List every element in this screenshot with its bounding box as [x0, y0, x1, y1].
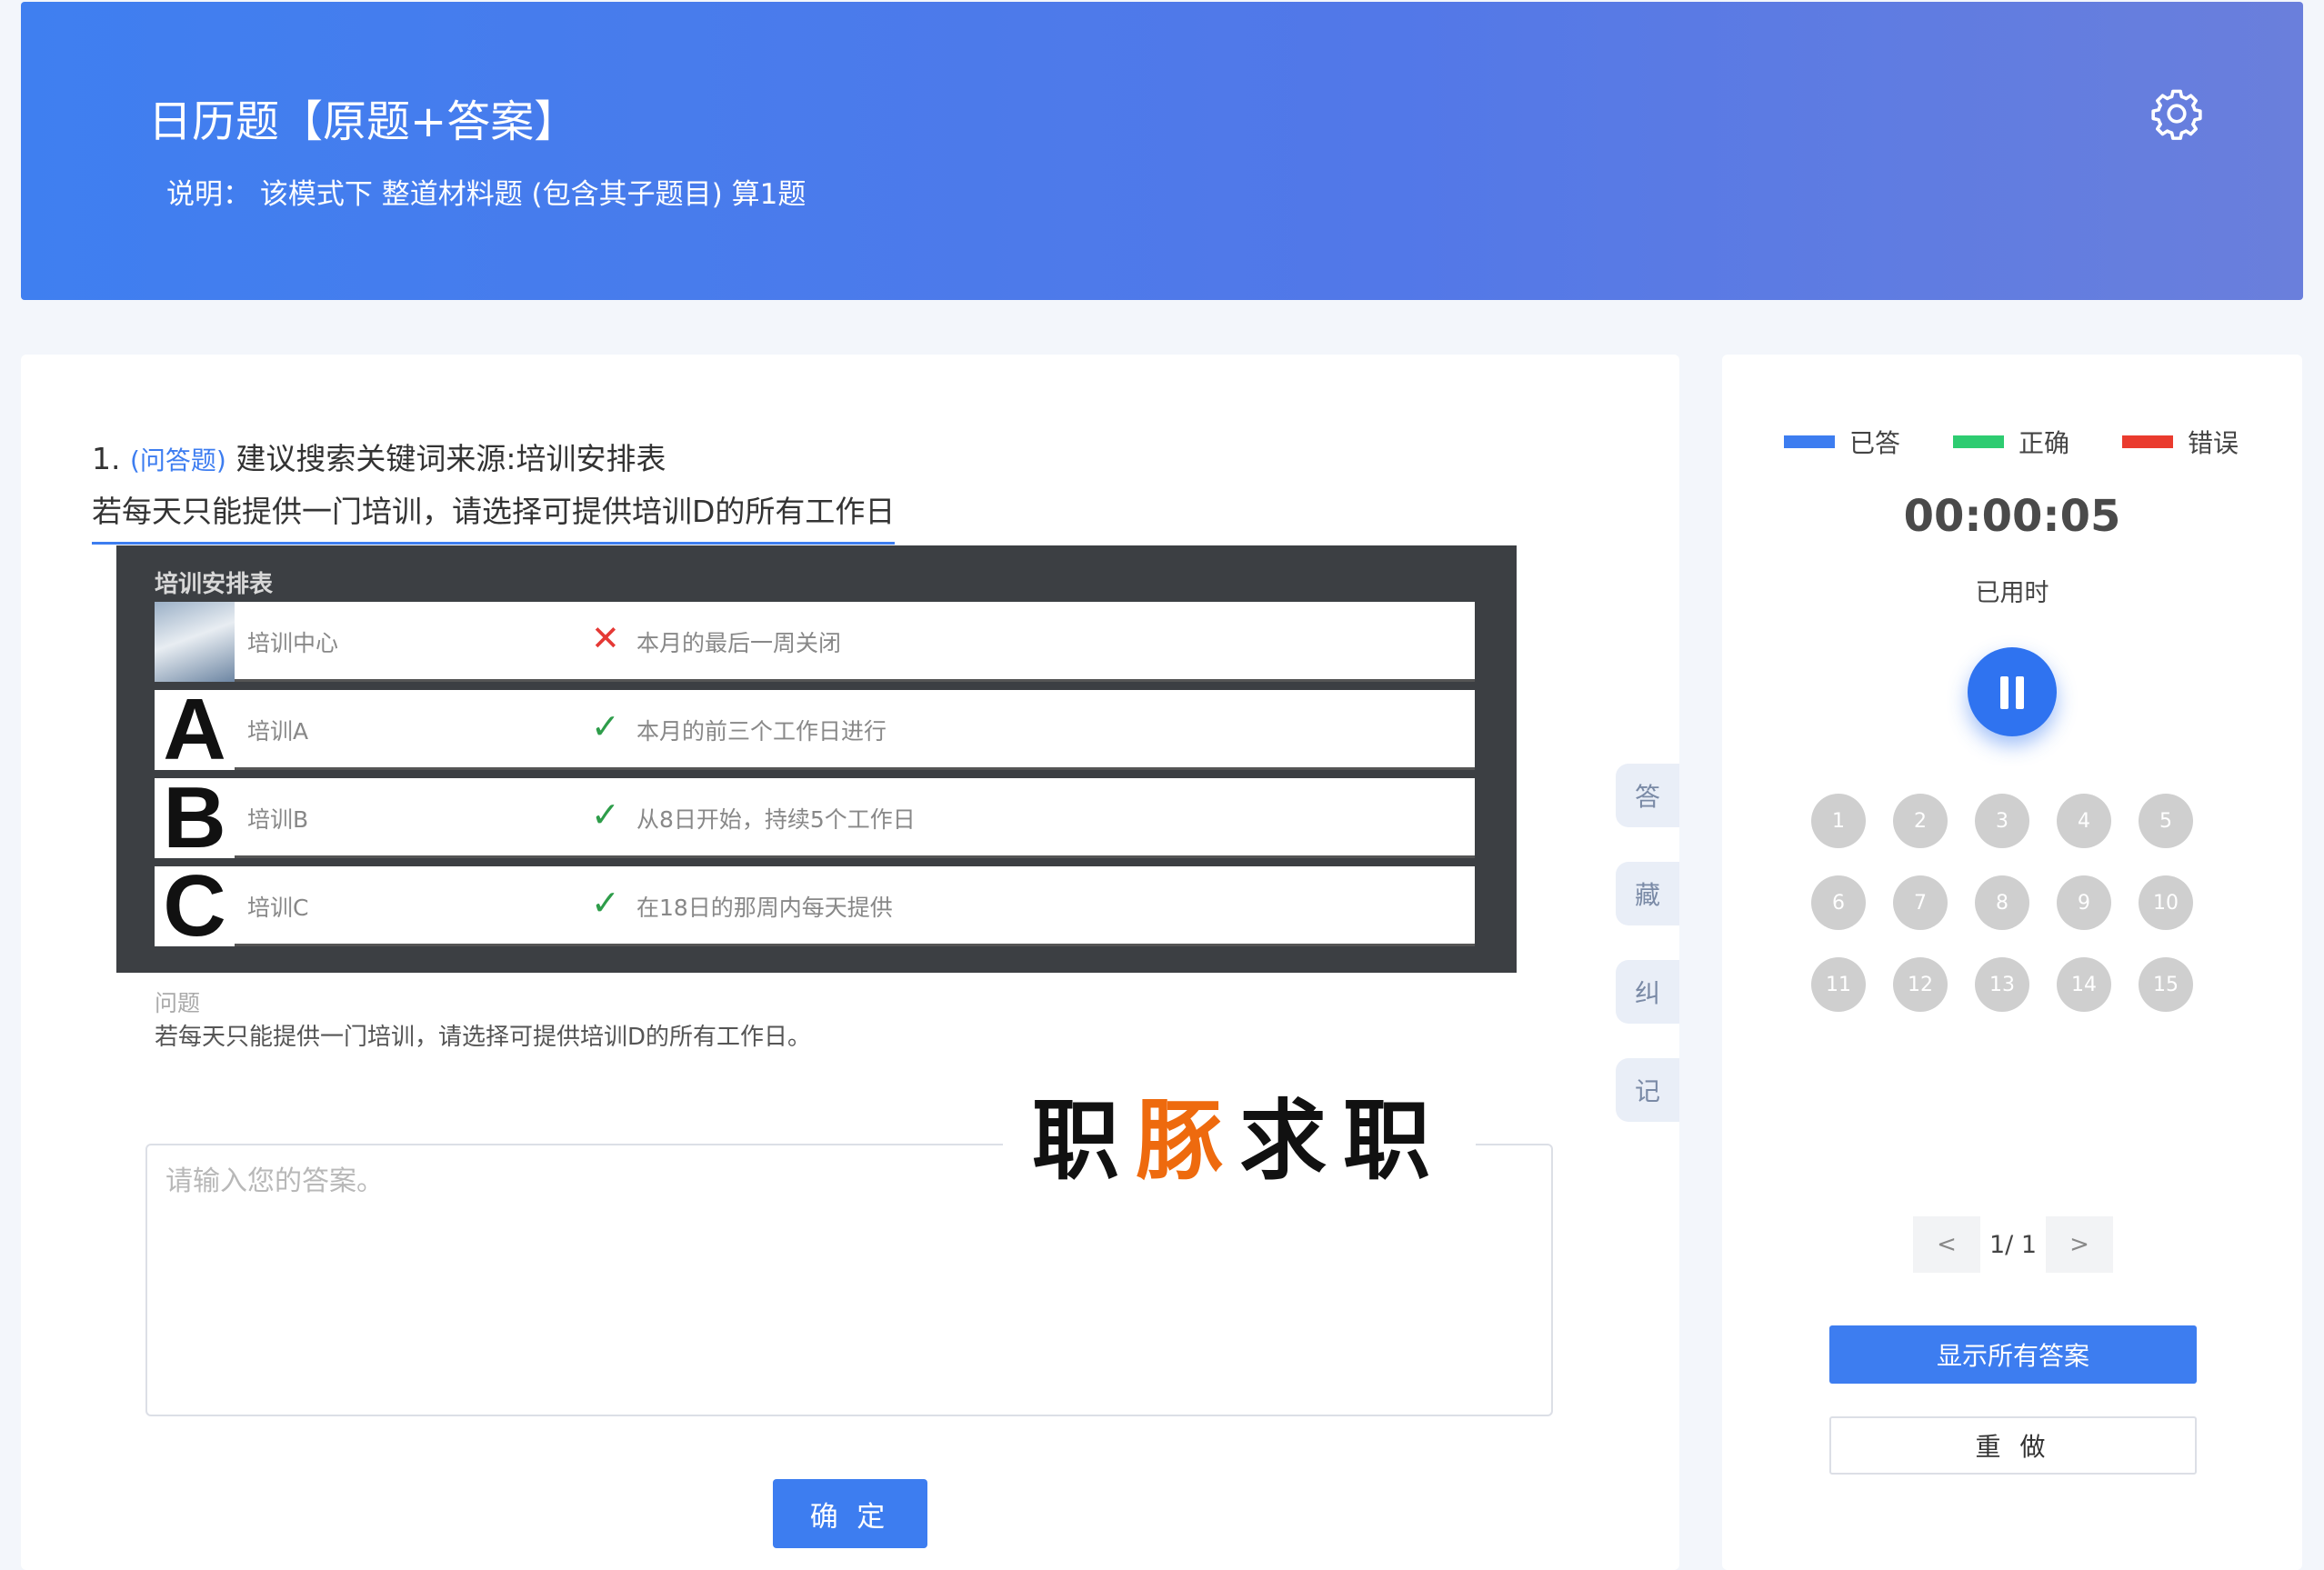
reference-row: 培训中心 ✕ 本月的最后一周关闭	[155, 602, 1475, 682]
reference-row-letter: B	[155, 775, 235, 862]
question-number-14[interactable]: 14	[2057, 957, 2111, 1012]
pause-bar	[2000, 676, 2008, 709]
reference-row-name: 培训C	[247, 895, 309, 921]
legend-label: 已答	[1849, 428, 1901, 458]
watermark-logo: 职豚求职	[1003, 1082, 1476, 1200]
legend-swatch	[2122, 435, 2173, 448]
training-center-thumbnail	[155, 602, 235, 682]
question-number-5[interactable]: 5	[2139, 794, 2193, 848]
check-icon: ✓	[591, 795, 620, 835]
reference-row: A 培训A ✓ 本月的前三个工作日进行	[155, 686, 1475, 774]
question-source: 建议搜索关键词来源:培训安排表	[235, 441, 666, 476]
reference-question-label: 问题	[155, 990, 201, 1016]
reference-row: C 培训C ✓ 在18日的那周内每天提供	[155, 863, 1475, 950]
pause-bar	[2016, 676, 2024, 709]
reference-row-name: 培训A	[247, 718, 309, 745]
reference-row-letter: A	[155, 686, 235, 774]
answer-sheet-panel: 已答 正确 错误 00:00:05 已用时 1 2 3 4 5 6 7 8 9 …	[1722, 355, 2302, 1570]
question-type: (问答题)	[130, 445, 226, 475]
pagination: < 1/ 1 >	[1913, 1216, 2113, 1273]
redo-button[interactable]: 重 做	[1829, 1416, 2197, 1475]
question-number: 1.	[92, 441, 121, 476]
question-number-4[interactable]: 4	[2057, 794, 2111, 848]
question-heading: 1. (问答题) 建议搜索关键词来源:培训安排表	[92, 435, 666, 478]
pause-icon[interactable]	[1968, 647, 2057, 736]
reference-row-desc: 本月的前三个工作日进行	[636, 718, 887, 745]
question-number-8[interactable]: 8	[1975, 875, 2029, 930]
reference-row-desc: 本月的最后一周关闭	[636, 630, 842, 656]
timer-label: 已用时	[1975, 579, 2049, 607]
tab-favorite[interactable]: 藏	[1616, 862, 1679, 925]
legend-correct: 正确	[1953, 424, 2069, 460]
page-title: 日历题【原题+答案】	[148, 96, 578, 147]
question-number-3[interactable]: 3	[1975, 794, 2029, 848]
question-number-6[interactable]: 6	[1811, 875, 1866, 930]
reference-row-desc: 从8日开始，持续5个工作日	[636, 806, 916, 833]
show-all-answers-button[interactable]: 显示所有答案	[1829, 1325, 2197, 1384]
gear-icon[interactable]	[2149, 85, 2205, 142]
cross-icon: ✕	[591, 618, 620, 658]
legend-answered: 已答	[1784, 424, 1900, 460]
reference-row: B 培训B ✓ 从8日开始，持续5个工作日	[155, 775, 1475, 862]
question-number-1[interactable]: 1	[1811, 794, 1866, 848]
question-number-11[interactable]: 11	[1811, 957, 1866, 1012]
tab-correction[interactable]: 纠	[1616, 960, 1679, 1024]
tab-answer[interactable]: 答	[1616, 764, 1679, 827]
reference-row-name: 培训中心	[247, 630, 339, 656]
question-number-15[interactable]: 15	[2139, 957, 2193, 1012]
mode-description: 说明： 该模式下 整道材料题 (包含其子题目) 算1题	[166, 178, 806, 211]
check-icon: ✓	[591, 883, 620, 923]
question-card: 1. (问答题) 建议搜索关键词来源:培训安排表 若每天只能提供一门培训，请选择…	[21, 355, 1679, 1570]
reference-question-text: 若每天只能提供一门培训，请选择可提供培训D的所有工作日。	[155, 1024, 812, 1051]
reference-row-letter: C	[155, 863, 235, 950]
next-page-button[interactable]: >	[2046, 1216, 2113, 1273]
tab-notes[interactable]: 记	[1616, 1058, 1679, 1122]
reference-row-name: 培训B	[247, 806, 309, 833]
question-number-10[interactable]: 10	[2139, 875, 2193, 930]
question-prompt: 若每天只能提供一门培训，请选择可提供培训D的所有工作日	[92, 487, 896, 545]
question-number-12[interactable]: 12	[1893, 957, 1948, 1012]
question-number-9[interactable]: 9	[2057, 875, 2111, 930]
legend-wrong: 错误	[2122, 424, 2239, 460]
legend-label: 错误	[2188, 428, 2239, 458]
question-number-13[interactable]: 13	[1975, 957, 2029, 1012]
check-icon: ✓	[591, 706, 620, 746]
reference-row-desc: 在18日的那周内每天提供	[636, 895, 893, 921]
prev-page-button[interactable]: <	[1913, 1216, 1980, 1273]
legend-swatch	[1784, 435, 1835, 448]
page-indicator: 1/ 1	[1988, 1230, 2038, 1259]
legend-swatch	[1953, 435, 2004, 448]
reference-image: 培训安排表 培训中心 ✕ 本月的最后一周关闭 A 培训A ✓ 本月的前三个工作日…	[116, 545, 1517, 973]
header-banner: 日历题【原题+答案】 说明： 该模式下 整道材料题 (包含其子题目) 算1题	[21, 2, 2303, 300]
confirm-button[interactable]: 确 定	[773, 1479, 927, 1548]
legend-label: 正确	[2018, 428, 2070, 458]
reference-title: 培训安排表	[155, 571, 274, 598]
question-number-2[interactable]: 2	[1893, 794, 1948, 848]
elapsed-timer: 00:00:05	[1903, 491, 2121, 542]
question-number-7[interactable]: 7	[1893, 875, 1948, 930]
